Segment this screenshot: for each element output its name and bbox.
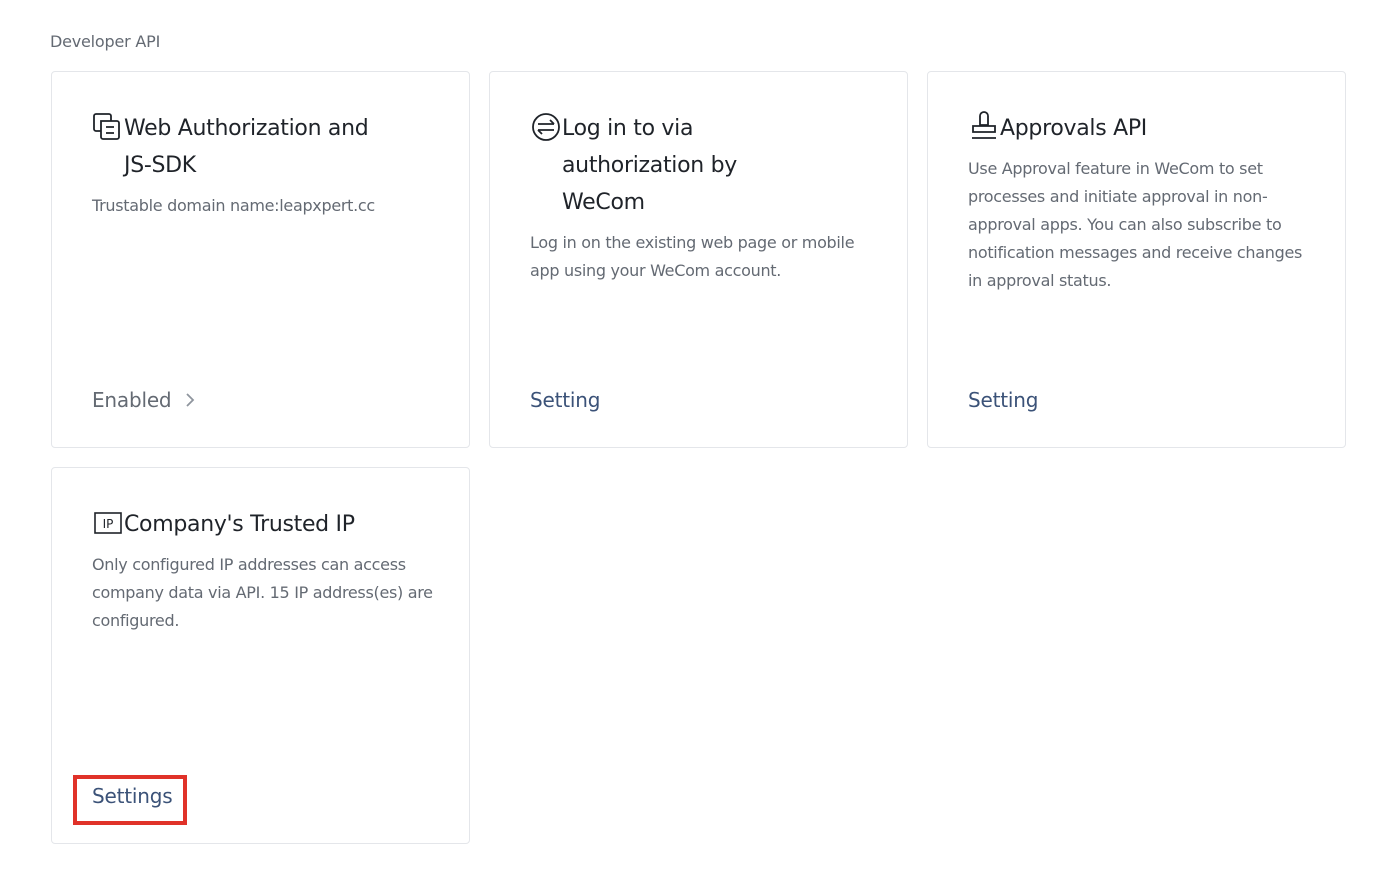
card-web-authorization: Web Authorization and JS-SDK Trustable d… (51, 71, 470, 448)
card-header: Approvals API (968, 110, 1309, 147)
ip-badge-icon: IP (92, 507, 124, 539)
card-title: Company's Trusted IP (124, 512, 355, 537)
section-title: Developer API (50, 32, 161, 51)
window-copy-icon (92, 111, 124, 143)
svg-text:IP: IP (103, 517, 114, 531)
highlight-box (73, 775, 187, 825)
card-header: Log in to via authorization by WeCom (530, 110, 871, 221)
login-circle-icon (530, 111, 562, 143)
setting-link[interactable]: Setting (968, 385, 1038, 415)
card-title: Web Authorization and JS-SDK (124, 116, 369, 178)
stamp-icon (968, 111, 1000, 143)
setting-link[interactable]: Setting (530, 385, 600, 415)
card-description: Trustable domain name:leapxpert.cc (92, 196, 375, 215)
card-description: Only configured IP addresses can access … (92, 555, 433, 630)
card-description: Log in on the existing web page or mobil… (530, 233, 855, 280)
chevron-right-icon (185, 392, 195, 408)
card-title: Approvals API (1000, 116, 1147, 141)
card-description: Use Approval feature in WeCom to set pro… (968, 159, 1303, 290)
card-header: IP Company's Trusted IP (92, 506, 433, 543)
card-title: Log in to via authorization by WeCom (562, 116, 737, 215)
card-header: Web Authorization and JS-SDK (92, 110, 433, 184)
card-wecom-login: Log in to via authorization by WeCom Log… (489, 71, 908, 448)
card-approvals-api: Approvals API Use Approval feature in We… (927, 71, 1346, 448)
action-label: Enabled (92, 388, 172, 412)
enabled-status-link[interactable]: Enabled (92, 385, 195, 415)
